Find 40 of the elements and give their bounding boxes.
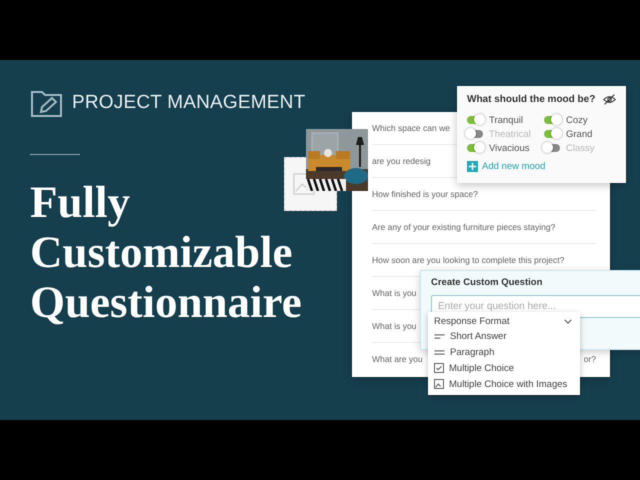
- question-text: are you redesig: [372, 156, 431, 166]
- toggle-switch[interactable]: [467, 116, 483, 124]
- toggle-switch[interactable]: [544, 130, 560, 138]
- mood-label: Classy: [566, 142, 595, 154]
- question-text: What is you: [372, 321, 416, 331]
- chevron-icon: [564, 319, 572, 324]
- question-text: or?: [584, 354, 596, 364]
- question-text: What is you: [372, 288, 416, 298]
- toggle-switch[interactable]: [467, 130, 483, 138]
- eye-slash-icon[interactable]: [603, 93, 616, 106]
- paragraph-lines-icon: [434, 350, 445, 354]
- mood-label: Cozy: [566, 114, 588, 126]
- format-option[interactable]: Short Answer: [428, 328, 580, 344]
- mood-label: Vivacious: [489, 142, 530, 154]
- question-text: What are you: [372, 354, 423, 364]
- format-option[interactable]: Multiple Choice: [428, 360, 580, 376]
- mood-title: What should the mood be?: [467, 94, 596, 105]
- toggle-switch[interactable]: [544, 144, 560, 152]
- brand-title: PROJECT MANAGEMENT: [72, 92, 306, 114]
- mood-label: Tranquil: [489, 114, 523, 126]
- custom-question-title: Create Custom Question: [431, 277, 544, 288]
- mood-label: Theatrical: [489, 128, 531, 140]
- question-text: Are any of your existing furniture pieces staying?: [372, 222, 556, 232]
- headline-line: Fully: [30, 177, 130, 227]
- format-select[interactable]: Response Format: [428, 315, 580, 328]
- headline-line: Customizable: [30, 227, 292, 277]
- question-text: Which space can we: [372, 123, 450, 133]
- plus-icon: [467, 161, 478, 172]
- toggle-switch[interactable]: [467, 144, 483, 152]
- mood-label: Grand: [566, 128, 592, 140]
- short-lines-icon: [434, 334, 445, 338]
- format-option[interactable]: Multiple Choice with Images: [428, 376, 580, 392]
- headline-line: Questionnaire: [30, 277, 302, 327]
- checkbox-icon: [434, 363, 444, 373]
- image-icon: [434, 379, 444, 389]
- question-text: How finished is your space?: [372, 189, 478, 199]
- question-text: How soon are you looking to complete this project?: [372, 255, 564, 265]
- folder-pencil-icon: [30, 88, 64, 118]
- toggle-switch[interactable]: [544, 116, 560, 124]
- format-option[interactable]: Paragraph: [428, 344, 580, 360]
